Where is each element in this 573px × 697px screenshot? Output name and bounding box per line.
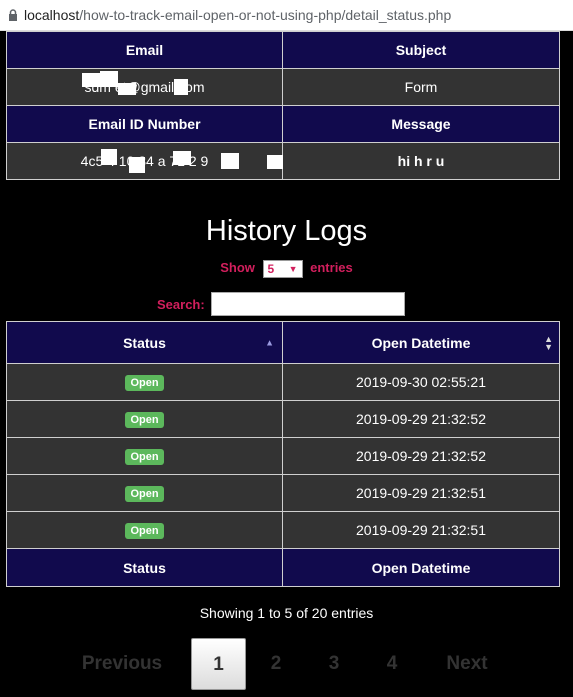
next-button[interactable]: Next [436,638,498,690]
subject-value: Form [282,68,560,106]
redaction-block [220,153,239,169]
history-logs-title: History Logs [205,215,368,247]
url-host: localhost [24,7,80,23]
page-button-2[interactable]: 2 [256,638,296,690]
status-header-label: Status [123,334,166,351]
message-value: hi h r u [282,142,560,180]
datetime-header-label: Open Datetime [371,334,471,351]
datetime-footer: Open Datetime [282,548,560,587]
status-footer: Status [6,548,283,587]
redaction-block [172,151,191,165]
table-info: Showing 1 to 5 of 20 entries [199,605,374,621]
redaction-block [100,71,119,87]
status-badge: Open [125,449,164,465]
dropdown-arrow-icon: ▼ [288,263,298,274]
lock-icon [2,9,24,21]
show-label: Show [220,260,255,275]
sort-both-icon: ▲ ▼ [544,333,553,352]
email-id-value-cell: 4c5 4 10 84 a 71 2 9 [6,142,283,180]
entries-length-control: Show 5 ▼ entries [0,258,573,278]
table-row: Open 2019-09-29 21:32:52 [6,437,560,475]
status-cell: Open [6,437,283,475]
redaction-block [266,155,283,169]
status-column-header[interactable]: Status ▲ [6,321,283,364]
url-text: localhost/how-to-track-email-open-or-not… [24,7,451,23]
email-id-header: Email ID Number [6,105,283,143]
status-cell: Open [6,400,283,438]
datetime-cell: 2019-09-29 21:32:51 [282,511,560,549]
url-path: /how-to-track-email-open-or-not-using-ph… [79,7,452,23]
open-datetime-column-header[interactable]: Open Datetime ▲ ▼ [282,321,560,364]
search-input[interactable] [210,292,405,316]
subject-header: Subject [282,31,560,69]
page-length-value: 5 [267,261,275,276]
table-row: Open 2019-09-29 21:32:51 [6,474,560,512]
email-details-table: Email Subject sdm et@gmail.com Form Emai… [6,31,560,180]
datetime-cell: 2019-09-30 02:55:21 [282,363,560,401]
datetime-cell: 2019-09-29 21:32:51 [282,474,560,512]
table-row: Open 2019-09-29 21:32:52 [6,400,560,438]
search-control: Search: [157,291,405,317]
pagination: Previous 1 2 3 4 Next [0,638,573,692]
status-cell: Open [6,474,283,512]
status-badge: Open [125,486,164,502]
email-value-cell: sdm et@gmail.com [6,68,283,106]
browser-address-bar[interactable]: localhost/how-to-track-email-open-or-not… [0,0,573,31]
history-logs-table: Status ▲ Open Datetime ▲ ▼ Open 2019-09-30… [6,321,560,587]
page-button-4[interactable]: 4 [372,638,412,690]
search-label: Search: [157,296,205,312]
entries-label: entries [310,260,353,275]
sort-ascending-icon: ▲ [265,337,274,347]
table-row: Open 2019-09-30 02:55:21 [6,363,560,401]
page-length-select[interactable]: 5 ▼ [262,259,303,278]
redaction-block [100,149,117,165]
redaction-block [82,73,101,87]
previous-button[interactable]: Previous [62,638,182,690]
status-badge: Open [125,412,164,428]
email-header: Email [6,31,283,69]
message-header: Message [282,105,560,143]
datetime-cell: 2019-09-29 21:32:52 [282,437,560,475]
datetime-cell: 2019-09-29 21:32:52 [282,400,560,438]
page-button-3[interactable]: 3 [314,638,354,690]
table-row: Open 2019-09-29 21:32:51 [6,511,560,549]
status-badge: Open [125,523,164,539]
redaction-block [128,157,145,173]
status-cell: Open [6,511,283,549]
redaction-block [118,83,137,95]
redaction-block [174,79,189,95]
status-badge: Open [125,375,164,391]
page-button-1[interactable]: 1 [191,638,246,690]
status-cell: Open [6,363,283,401]
